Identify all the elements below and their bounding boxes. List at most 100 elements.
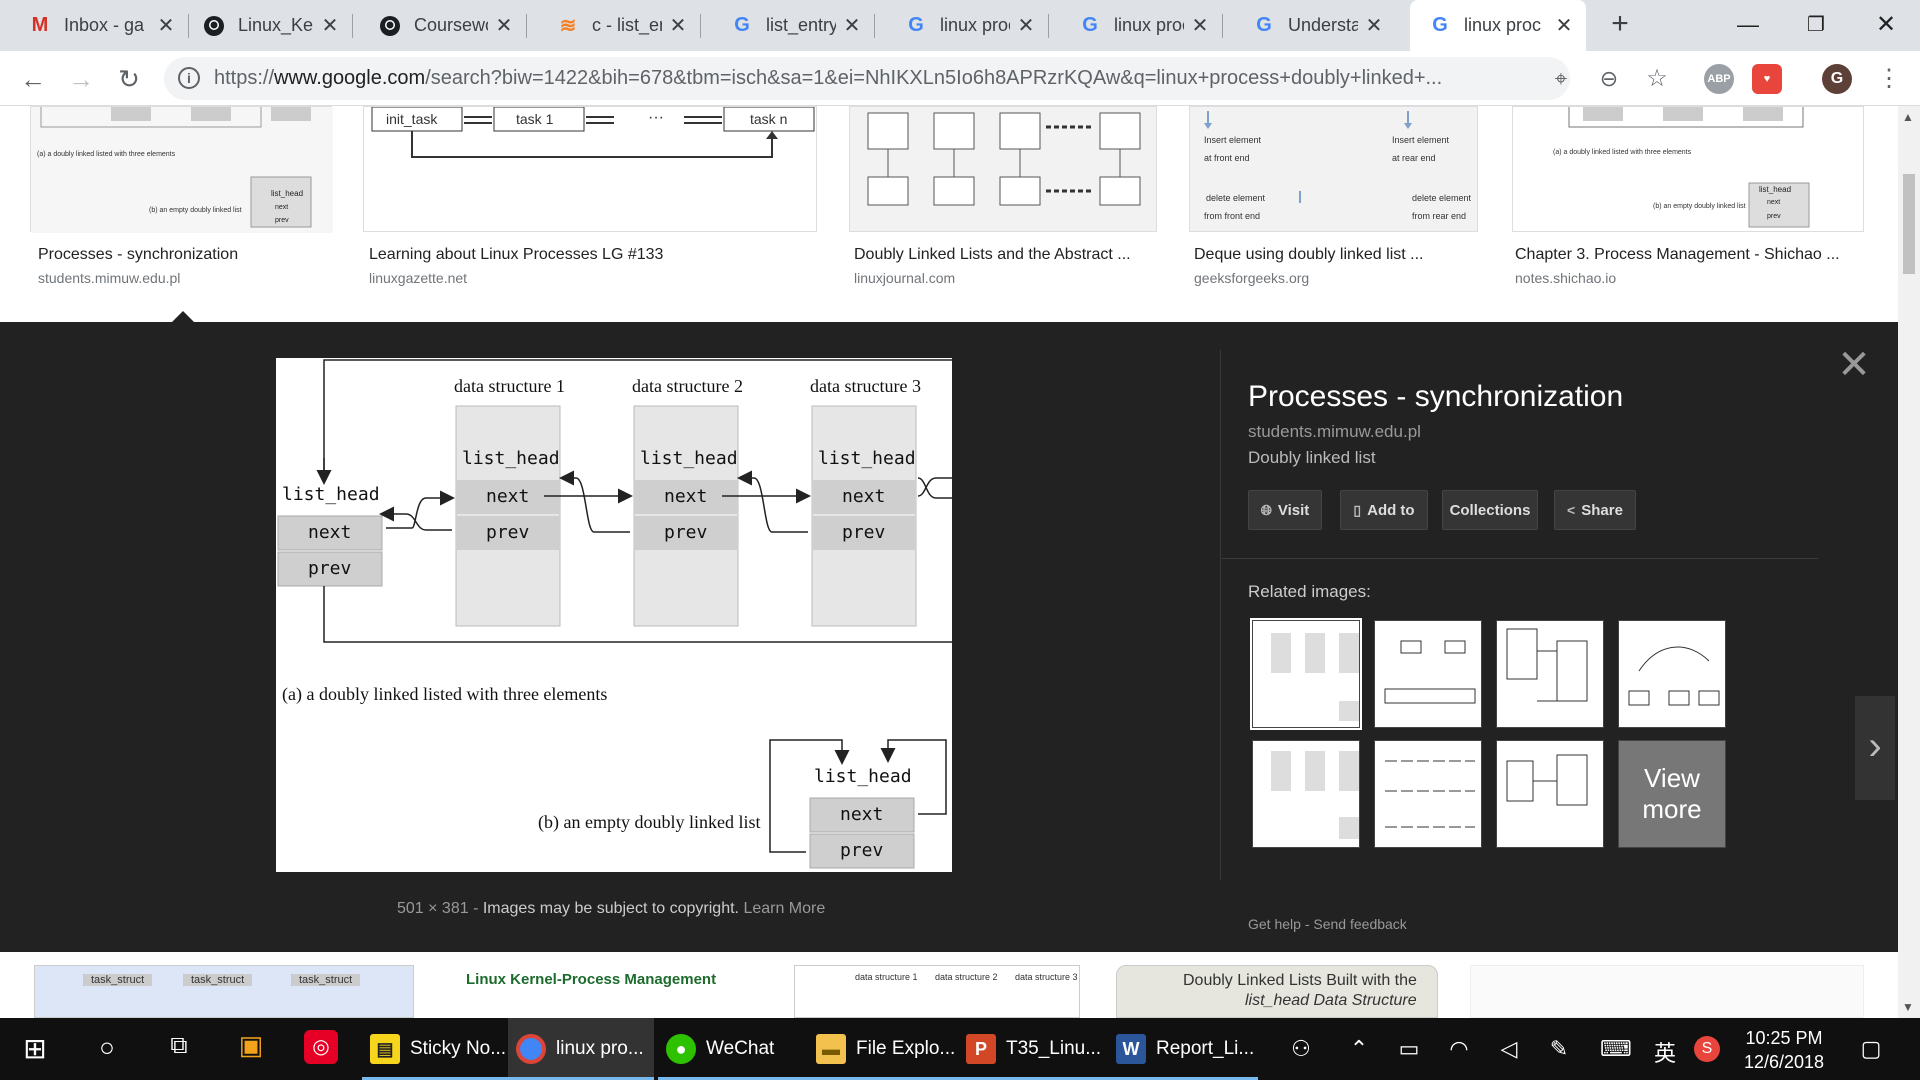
pocket-icon[interactable]: ♥ bbox=[1752, 64, 1782, 94]
view-more-button[interactable]: View more bbox=[1618, 740, 1726, 848]
next-image-arrow[interactable]: › bbox=[1855, 696, 1895, 800]
learn-more-link[interactable]: Learn More bbox=[743, 900, 825, 917]
image-result[interactable] bbox=[1470, 965, 1864, 1018]
restore-button[interactable]: ❐ bbox=[1796, 8, 1836, 42]
tab-understanding[interactable]: G Understar ✕ bbox=[1222, 0, 1396, 51]
related-image-4[interactable] bbox=[1618, 620, 1726, 728]
viewer-title[interactable]: Processes - synchronization bbox=[1248, 380, 1623, 414]
image-result[interactable]: Doubly Linked Lists Built with the list_… bbox=[1116, 965, 1438, 1018]
related-image-3[interactable] bbox=[1496, 620, 1604, 728]
close-icon[interactable]: ✕ bbox=[156, 13, 176, 38]
ime-indicator[interactable]: 英 bbox=[1650, 1036, 1680, 1068]
search-icon[interactable]: ○ bbox=[92, 1032, 122, 1063]
close-window-button[interactable]: ✕ bbox=[1866, 8, 1906, 42]
profile-avatar[interactable]: G bbox=[1822, 64, 1852, 94]
related-image-1[interactable] bbox=[1250, 618, 1362, 730]
sogou-icon[interactable]: S bbox=[1694, 1036, 1720, 1062]
related-image-5[interactable] bbox=[1252, 740, 1360, 848]
close-viewer-button[interactable]: ✕ bbox=[1836, 345, 1872, 385]
result-thumbnail[interactable]: (a) a doubly linked listed with three el… bbox=[1512, 106, 1864, 232]
minimize-button[interactable]: — bbox=[1728, 8, 1768, 42]
related-image-6[interactable] bbox=[1374, 740, 1482, 848]
back-button[interactable]: ← bbox=[16, 62, 50, 96]
adblock-icon[interactable]: ABP bbox=[1704, 64, 1734, 94]
add-to-button[interactable]: ▯ Add to bbox=[1340, 490, 1428, 530]
image-result[interactable]: task_struct task_struct task_struct bbox=[34, 965, 414, 1018]
menu-icon[interactable]: ⋮ bbox=[1872, 62, 1906, 96]
taskbar-app-powerpoint[interactable]: P T35_Linu... bbox=[958, 1018, 1108, 1080]
page-scrollbar[interactable]: ▲ ▼ bbox=[1898, 106, 1920, 1018]
pen-icon[interactable]: ✎ bbox=[1544, 1036, 1574, 1062]
close-icon[interactable]: ✕ bbox=[842, 13, 862, 38]
related-image-7[interactable] bbox=[1496, 740, 1604, 848]
close-icon[interactable]: ✕ bbox=[320, 13, 340, 38]
preview-image[interactable]: data structure 1 data structure 2 data s… bbox=[276, 358, 952, 872]
people-icon[interactable]: ⚇ bbox=[1286, 1036, 1316, 1062]
notification-icon[interactable]: ▢ bbox=[1856, 1036, 1886, 1062]
windows-start-icon[interactable]: ⊞ bbox=[20, 1032, 50, 1065]
forward-button[interactable]: → bbox=[64, 62, 98, 96]
result-thumbnail[interactable]: Insert element at front end Insert eleme… bbox=[1189, 106, 1478, 232]
tab-inbox[interactable]: M Inbox - ga ✕ bbox=[0, 0, 188, 51]
taskbar-app-chrome[interactable]: linux pro... bbox=[508, 1018, 654, 1080]
scrollbar-thumb[interactable] bbox=[1903, 174, 1915, 274]
clock[interactable]: 10:25 PM 12/6/2018 bbox=[1724, 1026, 1844, 1074]
volume-muted-icon[interactable]: ◁ bbox=[1494, 1036, 1524, 1062]
tab-linux-proc-active[interactable]: G linux proc ✕ bbox=[1410, 0, 1586, 51]
taskbar-app-file-explorer[interactable]: ▬ File Explo... bbox=[808, 1018, 958, 1080]
tab-list-entry-so[interactable]: ≋ c - list_ent ✕ bbox=[526, 0, 700, 51]
image-result[interactable]: data structure 1 data structure 2 data s… bbox=[794, 965, 1080, 1018]
chevron-up-icon[interactable]: ⌃ bbox=[1344, 1036, 1374, 1062]
result-title[interactable]: Doubly Linked Lists and the Abstract ... bbox=[854, 246, 1131, 264]
result-title[interactable]: Learning about Linux Processes LG #133 bbox=[369, 246, 663, 264]
viewer-site[interactable]: students.mimuw.edu.pl bbox=[1248, 422, 1421, 442]
result-title[interactable]: Chapter 3. Process Management - Shichao … bbox=[1515, 246, 1840, 264]
result-thumbnail[interactable] bbox=[849, 106, 1157, 232]
keyboard-icon[interactable]: ⌨ bbox=[1600, 1036, 1632, 1062]
reload-button[interactable]: ↻ bbox=[112, 62, 146, 96]
visit-button[interactable]: 🌐︎ Visit bbox=[1248, 490, 1322, 530]
new-tab-button[interactable]: + bbox=[1604, 9, 1636, 41]
thumb-task-n: task n bbox=[750, 111, 788, 127]
tab-linux-proc-1[interactable]: G linux proc ✕ bbox=[874, 0, 1048, 51]
diagram-list-head: list_head bbox=[814, 766, 912, 787]
close-icon[interactable]: ✕ bbox=[1190, 13, 1210, 38]
result-title[interactable]: Deque using doubly linked list ... bbox=[1194, 246, 1423, 264]
taskbar-app-wechat[interactable]: ● WeChat bbox=[658, 1018, 808, 1080]
info-icon[interactable]: i bbox=[178, 67, 200, 89]
location-icon[interactable]: ⌖ bbox=[1544, 62, 1578, 96]
image-result[interactable]: Linux Kernel-Process Management bbox=[450, 965, 742, 1018]
tab-coursework[interactable]: Coursewo ✕ bbox=[352, 0, 526, 51]
result-thumbnail[interactable]: (a) a doubly linked listed with three el… bbox=[30, 106, 333, 233]
store-icon[interactable]: ▣ bbox=[236, 1030, 266, 1061]
tab-linux-proc-2[interactable]: G linux proc ✕ bbox=[1048, 0, 1222, 51]
related-image-2[interactable] bbox=[1374, 620, 1482, 728]
taskbar-app-sticky-notes[interactable]: ▤ Sticky No... bbox=[362, 1018, 508, 1080]
share-button[interactable]: < Share bbox=[1554, 490, 1636, 530]
result-thumbnail[interactable]: init_task task 1 ··· task n bbox=[363, 106, 817, 232]
close-icon[interactable]: ✕ bbox=[1554, 13, 1574, 38]
battery-icon[interactable]: ▭ bbox=[1394, 1036, 1424, 1062]
wifi-icon[interactable]: ◠ bbox=[1444, 1036, 1474, 1062]
scroll-up-icon[interactable]: ▲ bbox=[1902, 110, 1914, 124]
netease-music-icon[interactable]: ◎ bbox=[304, 1030, 338, 1064]
address-bar[interactable]: i https://www.google.com/search?biw=1422… bbox=[164, 57, 1570, 100]
result-site: geeksforgeeks.org bbox=[1194, 270, 1310, 286]
tab-linux-kernel[interactable]: Linux_Ker ✕ bbox=[188, 0, 352, 51]
zoom-icon[interactable]: ⊖ bbox=[1592, 62, 1626, 96]
tab-list-entry[interactable]: G list_entry ✕ bbox=[700, 0, 874, 51]
bookmark-star-icon[interactable]: ☆ bbox=[1640, 62, 1674, 96]
taskbar-app-word[interactable]: W Report_Li... bbox=[1108, 1018, 1258, 1080]
close-icon[interactable]: ✕ bbox=[1364, 13, 1384, 38]
task-view-icon[interactable]: ⧉ bbox=[164, 1032, 194, 1060]
send-feedback-link[interactable]: Send feedback bbox=[1313, 916, 1406, 932]
close-icon[interactable]: ✕ bbox=[668, 13, 688, 38]
get-help-link[interactable]: Get help bbox=[1248, 916, 1301, 932]
collections-button[interactable]: Collections bbox=[1442, 490, 1538, 530]
url-text[interactable]: https://www.google.com/search?biw=1422&b… bbox=[214, 67, 1514, 90]
result-title[interactable]: Processes - synchronization bbox=[38, 246, 238, 264]
google-icon: G bbox=[1432, 14, 1448, 36]
close-icon[interactable]: ✕ bbox=[494, 13, 514, 38]
scroll-down-icon[interactable]: ▼ bbox=[1902, 1000, 1914, 1014]
close-icon[interactable]: ✕ bbox=[1016, 13, 1036, 38]
